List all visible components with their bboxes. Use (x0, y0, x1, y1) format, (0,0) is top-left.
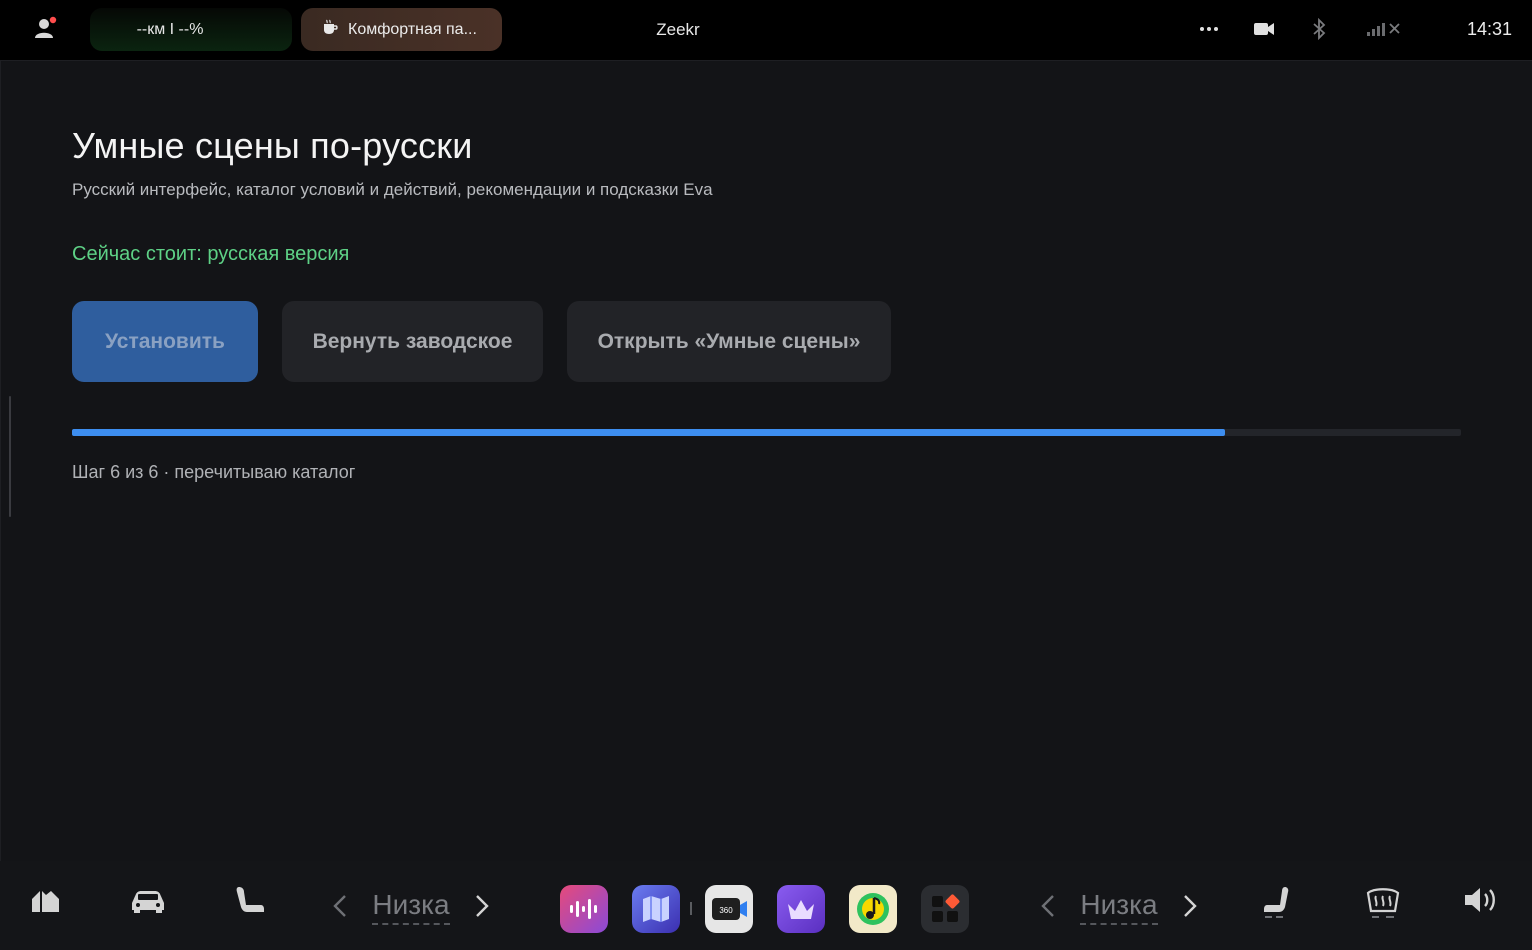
coffee-cup-icon (321, 18, 339, 41)
more-icon[interactable] (1198, 18, 1220, 45)
comfort-mode-pill[interactable]: Комфортная па... (301, 8, 502, 51)
seat-heat-icon[interactable] (1259, 883, 1293, 928)
right-temp-value[interactable]: Низка (1080, 889, 1158, 925)
car-icon[interactable] (129, 883, 167, 922)
clock: 14:31 (1466, 19, 1512, 39)
left-temp-value[interactable]: Низка (372, 889, 450, 925)
seat-icon[interactable] (233, 883, 267, 922)
dock: Низка 360 Низка (0, 861, 1532, 950)
progress-step-text: Шаг 6 из 6 · перечитываю каталог (72, 462, 356, 482)
bluetooth-icon[interactable] (1309, 17, 1329, 45)
page-subtitle: Русский интерфейс, каталог условий и дей… (72, 180, 713, 199)
left-temp-decrease[interactable] (331, 893, 349, 924)
restore-factory-button[interactable]: Вернуть заводское (282, 301, 543, 382)
svg-text:360: 360 (719, 906, 733, 915)
camera-360-app-icon[interactable]: 360 (705, 885, 753, 933)
right-temp-decrease[interactable] (1039, 893, 1057, 924)
volume-icon[interactable] (1462, 883, 1500, 922)
range-text: --км I --% (136, 20, 204, 38)
progress-fill (72, 429, 1225, 436)
voice-app-icon[interactable] (560, 885, 608, 933)
left-temp-increase[interactable] (473, 893, 491, 924)
scrollbar[interactable] (9, 396, 11, 517)
dock-separator (690, 902, 692, 915)
crown-app-icon[interactable] (777, 885, 825, 933)
music-app-icon[interactable] (849, 885, 897, 933)
camera-icon[interactable] (1253, 18, 1275, 45)
main-panel: Умные сцены по-русски Русский интерфейс,… (0, 60, 1532, 861)
page-title: Умные сцены по-русски (72, 125, 473, 166)
maps-app-icon[interactable] (632, 885, 680, 933)
install-status: Сейчас стоит: русская версия (72, 243, 350, 265)
apps-grid-icon[interactable] (921, 885, 969, 933)
right-temp-increase[interactable] (1181, 893, 1199, 924)
status-bar: --км I --% Комфортная па... Zeekr 14:31 (0, 0, 1532, 60)
progress-bar (72, 429, 1461, 436)
home-icon[interactable] (28, 883, 62, 922)
install-button[interactable]: Установить (72, 301, 258, 382)
comfort-mode-label: Комфортная па... (348, 20, 477, 38)
signal-off-icon (1366, 18, 1408, 45)
app-title: Zeekr (656, 20, 700, 39)
rear-defrost-icon[interactable] (1364, 883, 1402, 928)
range-indicator[interactable]: --км I --% (90, 8, 292, 51)
profile-icon[interactable] (32, 15, 60, 43)
open-smart-scenes-button[interactable]: Открыть «Умные сцены» (567, 301, 891, 382)
